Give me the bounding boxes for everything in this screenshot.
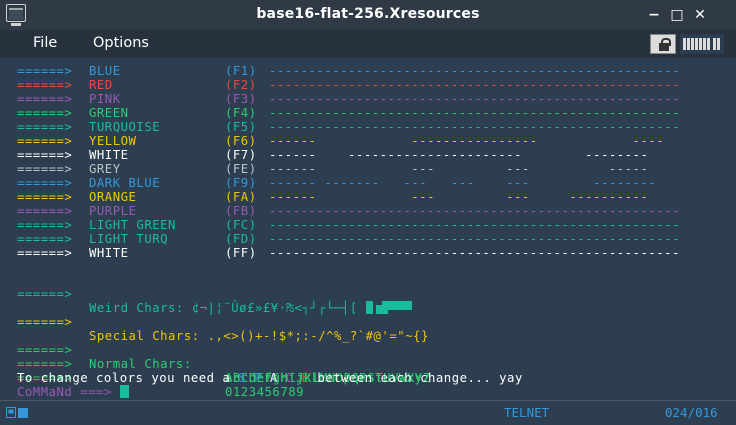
special-chars: .,<>()+-!$*;:-/^%_?`#@'="~{} — [207, 329, 429, 343]
title-bar[interactable]: base16-flat-256.Xresources − □ ✕ — [0, 0, 736, 30]
function-key: (FB) — [225, 204, 257, 218]
lock-icon[interactable] — [650, 34, 676, 54]
terminal-status-icon — [6, 407, 28, 418]
color-name: YELLOW — [89, 134, 137, 148]
menu-bar: File Options — [0, 30, 736, 58]
maximize-icon[interactable]: □ — [668, 6, 686, 24]
space-letter: S — [238, 371, 247, 385]
function-key: (F3) — [225, 92, 257, 106]
dash-pattern: ------ --- --- ----- — [269, 162, 649, 176]
keyboard-icon[interactable] — [680, 34, 724, 54]
command-prompt: CoMMaNd ===> — [17, 385, 112, 399]
function-key: (FE) — [225, 162, 257, 176]
normal-label: Normal Chars: — [89, 357, 192, 371]
space-word: S P A C E — [238, 371, 309, 385]
arrow: ======> — [17, 134, 73, 148]
function-key: (F1) — [225, 64, 257, 78]
info-prefix: To change colors you need a — [17, 371, 239, 385]
dash-pattern: ----------------------------------------… — [269, 246, 680, 260]
function-key: (F2) — [225, 78, 257, 92]
arrow: ======> — [17, 176, 73, 190]
arrow: ======> — [17, 78, 73, 92]
color-name: LIGHT TURQ — [89, 232, 169, 246]
dash-pattern: ------ ---------------------- -------- — [269, 148, 649, 162]
color-name: PINK — [89, 92, 121, 106]
special-label: Special Chars: .,<>()+-!$*;:-/^%_?`#@'="… — [89, 329, 429, 343]
status-bar: TELNET 024/016 — [0, 400, 736, 425]
arrow: ======> — [17, 64, 73, 78]
function-key: (FC) — [225, 218, 257, 232]
close-icon[interactable]: ✕ — [691, 6, 709, 24]
color-name: ORANGE — [89, 190, 137, 204]
dash-pattern: ----------------------------------------… — [269, 92, 680, 106]
arrow: ======> — [17, 162, 73, 176]
color-name: LIGHT GREEN — [89, 218, 176, 232]
minimize-icon[interactable]: − — [645, 6, 663, 24]
dash-pattern: ----------------------------------------… — [269, 120, 680, 134]
dash-pattern: ------ --- --- ---------- — [269, 190, 649, 204]
window-title: base16-flat-256.Xresources — [256, 6, 480, 22]
text-cursor — [119, 385, 129, 398]
color-name: BLUE — [89, 64, 121, 78]
space-letter: C — [285, 371, 294, 385]
arrow: ======> — [17, 204, 73, 218]
arrow: ======> — [17, 148, 73, 162]
function-key: (FD) — [225, 232, 257, 246]
menu-file[interactable]: File — [33, 35, 57, 51]
function-key: (F7) — [225, 148, 257, 162]
info-line: To change colors you need a S P A C E be… — [17, 371, 523, 385]
color-name: GREY — [89, 162, 121, 176]
arrow: ======> — [17, 315, 73, 329]
space-letter: P — [254, 371, 263, 385]
arrow: ======> — [17, 106, 73, 120]
normal-digits: 0123456789 — [225, 385, 305, 399]
info-suffix: between each change... yay — [309, 371, 523, 385]
dash-pattern: ------ ---------------- ---- — [269, 134, 665, 148]
weird-label: Weird Chars: ¢¬|¦¨Ûø£»£¥·₧<┐┘┌└─┤[ — [89, 301, 412, 315]
arrow: ======> — [17, 218, 73, 232]
function-key: (F9) — [225, 176, 257, 190]
monitor-stand — [11, 23, 21, 26]
function-key: (F5) — [225, 120, 257, 134]
arrow: ======> — [17, 190, 73, 204]
function-key: (FA) — [225, 190, 257, 204]
color-name: GREEN — [89, 106, 129, 120]
function-key: (FF) — [225, 246, 257, 260]
color-name: RED — [89, 78, 113, 92]
weird-chars: ¢¬|¦¨Ûø£»£¥·₧<┐┘┌└─┤[ — [191, 301, 358, 315]
block-art-icon — [365, 301, 412, 314]
color-name: WHITE — [89, 246, 129, 260]
arrow: ======> — [17, 232, 73, 246]
color-name: DARK BLUE — [89, 176, 161, 190]
color-name: WHITE — [89, 148, 129, 162]
color-name: PURPLE — [89, 204, 137, 218]
dash-pattern: ----------------------------------------… — [269, 232, 680, 246]
dash-pattern: ----------------------------------------… — [269, 106, 680, 120]
terminal-screen[interactable]: ======> BLUE (F1) -------------------------… — [0, 58, 736, 400]
status-mode: TELNET — [504, 405, 550, 420]
terminal-window: base16-flat-256.Xresources − □ ✕ File Op… — [0, 0, 736, 425]
function-key: (F4) — [225, 106, 257, 120]
space-letter: A — [269, 371, 278, 385]
dash-pattern: ----------------------------------------… — [269, 78, 680, 92]
dash-pattern: ----------------------------------------… — [269, 204, 680, 218]
function-key: (F6) — [225, 134, 257, 148]
dash-pattern: ----------------------------------------… — [269, 64, 680, 78]
arrow: ======> — [17, 246, 73, 260]
command-line[interactable]: CoMMaNd ===> — [17, 385, 129, 399]
status-position: 024/016 — [665, 405, 718, 420]
menu-options[interactable]: Options — [93, 35, 149, 51]
arrow: ======> — [17, 287, 73, 301]
dash-pattern: ----------------------------------------… — [269, 218, 680, 232]
dash-pattern: ------ ------- --- --- --- -------- — [269, 176, 657, 190]
arrow: ======> — [17, 120, 73, 134]
arrow: ======> — [17, 92, 73, 106]
color-name: TURQUOISE — [89, 120, 161, 134]
